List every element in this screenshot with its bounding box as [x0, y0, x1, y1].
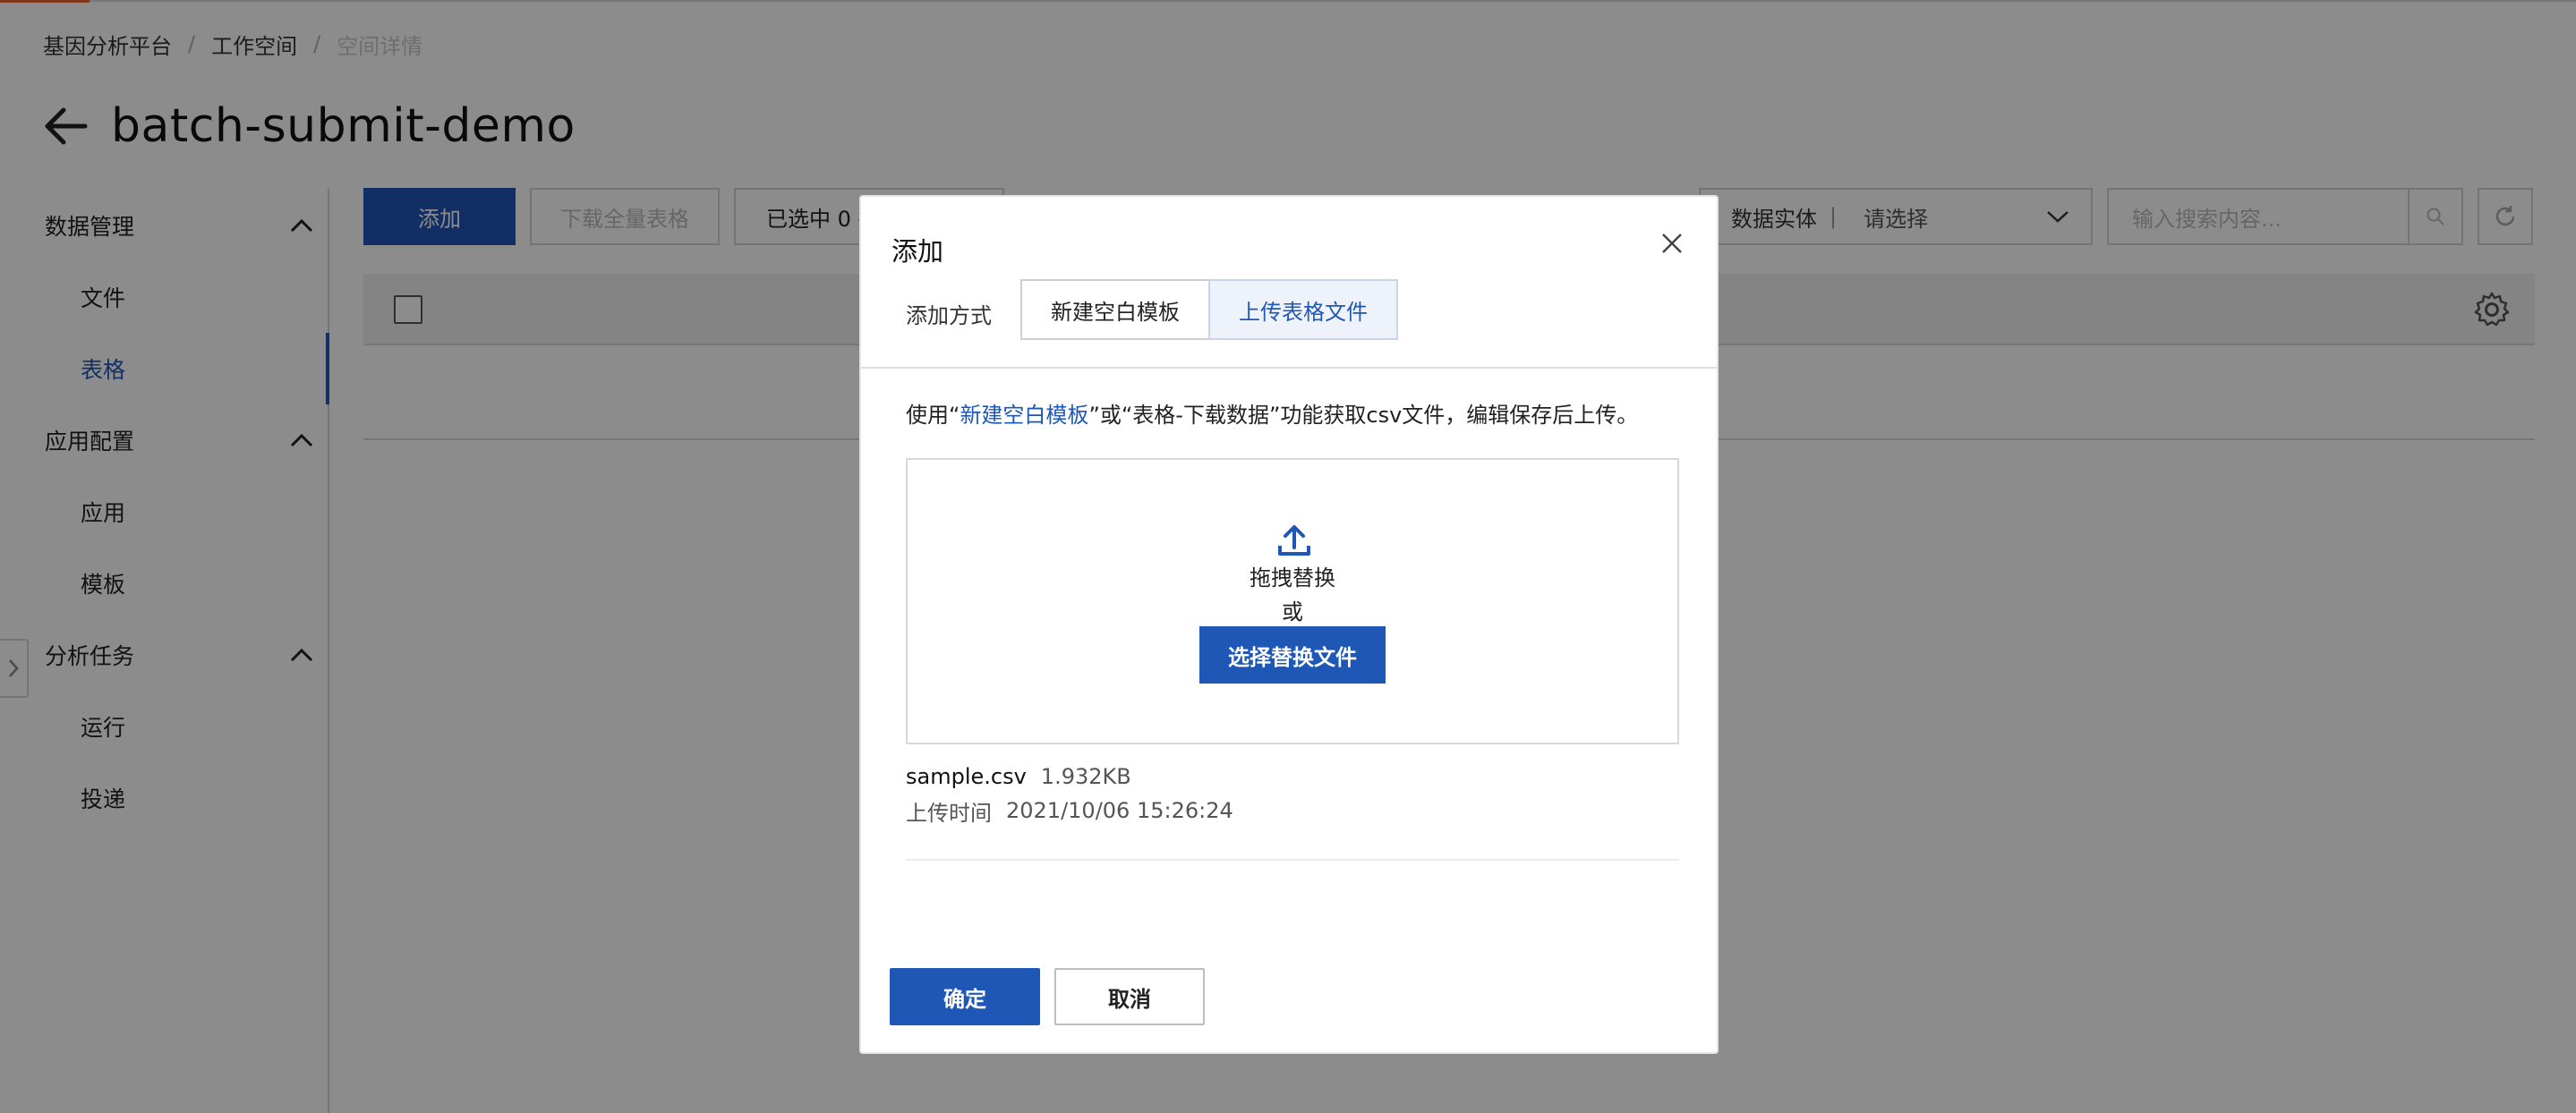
add-table-dialog: 添加 添加方式 新建空白模板 上传表格文件 使用“新建空白模板”或“表格-下载数…: [859, 195, 1719, 1054]
hint-suffix: ”或“表格-下载数据”功能获取csv文件，编辑保存后上传。: [1088, 403, 1639, 428]
upload-icon: [1278, 525, 1310, 556]
file-divider: [906, 859, 1679, 861]
dialog-divider: [861, 367, 1717, 369]
upload-hint: 使用“新建空白模板”或“表格-下载数据”功能获取csv文件，编辑保存后上传。: [906, 397, 1638, 429]
confirm-button[interactable]: 确定: [890, 968, 1040, 1025]
upload-time-value: 2021/10/06 15:26:24: [1006, 798, 1233, 823]
or-text: 或: [1282, 599, 1303, 624]
add-method-label: 添加方式: [906, 302, 992, 328]
file-name: sample.csv: [906, 764, 1027, 789]
cancel-button[interactable]: 取消: [1054, 968, 1205, 1025]
file-dropzone[interactable]: 拖拽替换 或 选择替换文件: [906, 458, 1679, 744]
drag-replace-text: 拖拽替换: [1250, 565, 1335, 590]
upload-time-label: 上传时间: [906, 800, 992, 826]
new-blank-template-link[interactable]: 新建空白模板: [960, 403, 1088, 428]
choose-replacement-file-button[interactable]: 选择替换文件: [1199, 626, 1386, 684]
close-icon[interactable]: [1654, 225, 1690, 261]
dialog-title: 添加: [891, 236, 944, 267]
tab-upload-table-file[interactable]: 上传表格文件: [1208, 279, 1398, 340]
upload-time-info: 上传时间 2021/10/06 15:26:24: [906, 794, 1233, 827]
hint-prefix: 使用“: [906, 403, 960, 428]
file-size: 1.932KB: [1040, 764, 1131, 789]
uploaded-file-info: sample.csv 1.932KB: [906, 760, 1131, 793]
tab-new-blank-template[interactable]: 新建空白模板: [1020, 279, 1210, 340]
